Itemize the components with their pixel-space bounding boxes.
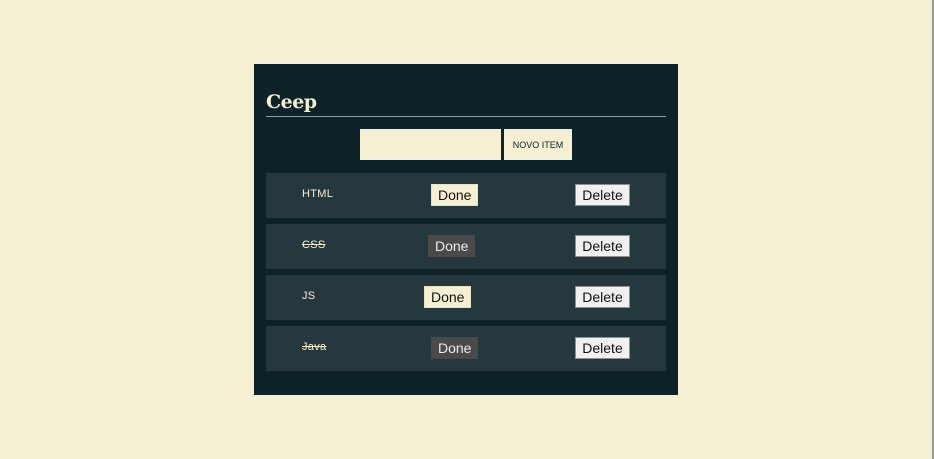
todo-item-label: CSS: [302, 239, 326, 251]
app-title: Ceep: [266, 91, 317, 113]
done-button[interactable]: Done: [431, 184, 479, 206]
todo-item-label: HTML: [302, 188, 334, 200]
delete-button[interactable]: Delete: [575, 286, 630, 308]
todo-item-label: Java: [302, 341, 327, 353]
todo-item: CSS Done Delete: [266, 224, 666, 269]
new-item-button[interactable]: NOVO ITEM: [504, 129, 572, 160]
todo-item: HTML Done Delete: [266, 173, 666, 218]
delete-button[interactable]: Delete: [575, 184, 630, 206]
todo-item: JS Done Delete: [266, 275, 666, 320]
new-item-input[interactable]: [360, 129, 501, 160]
done-button[interactable]: Done: [431, 337, 479, 359]
delete-button[interactable]: Delete: [575, 337, 630, 359]
done-button[interactable]: Done: [424, 286, 472, 308]
title-divider: [266, 116, 666, 117]
todo-item: Java Done Delete: [266, 326, 666, 371]
todo-item-label: JS: [302, 290, 316, 302]
done-button[interactable]: Done: [428, 235, 476, 257]
delete-button[interactable]: Delete: [575, 235, 630, 257]
todo-panel: Ceep NOVO ITEM HTML Done Delete CSS Done…: [254, 64, 678, 395]
